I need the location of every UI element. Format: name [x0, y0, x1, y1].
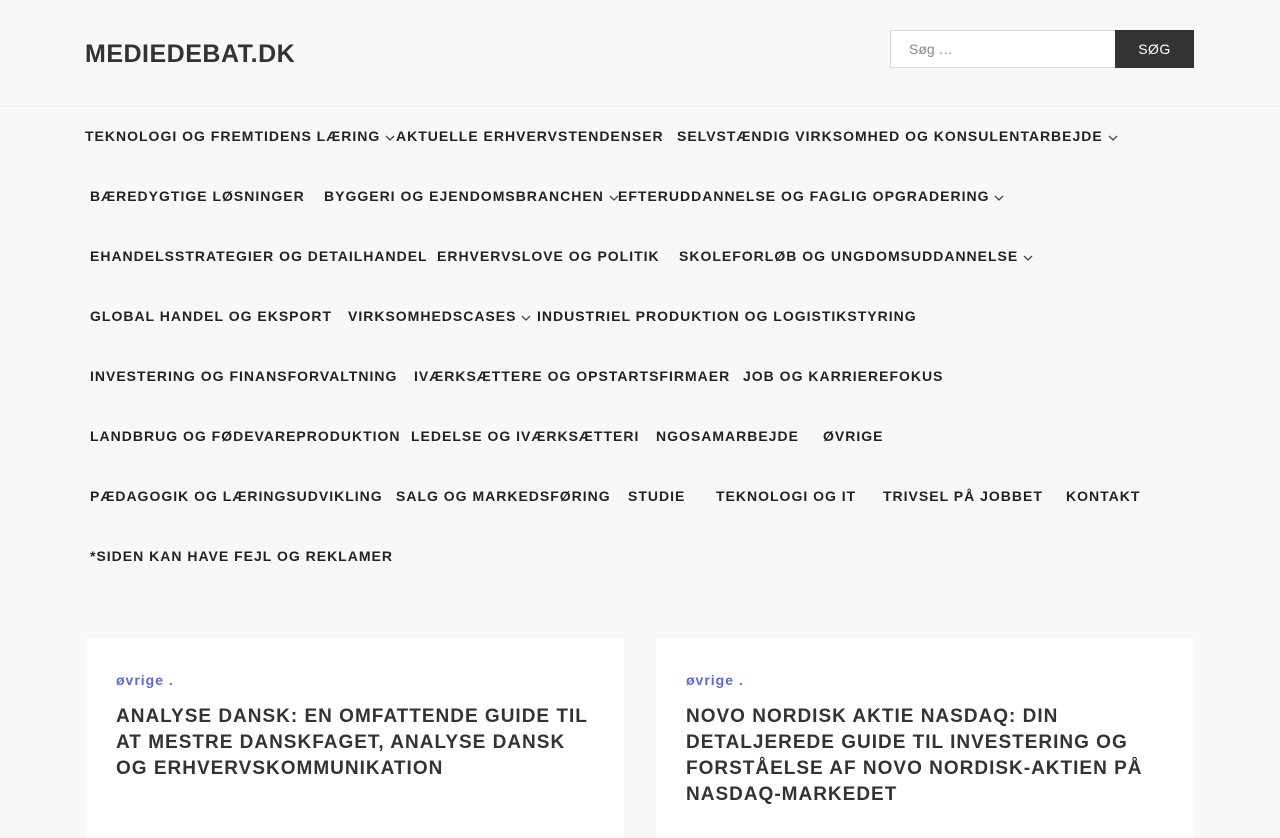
nav-item-ehandelsstrategier[interactable]: EHANDELSSTRATEGIER OG DETAILHANDEL	[90, 226, 428, 286]
nav-item-studie[interactable]: STUDIE	[628, 466, 685, 526]
nav-item-selvstaendig-virksomhed[interactable]: SELVSTÆNDIG VIRKSOMHED OG KONSULENTARBEJ…	[677, 106, 1118, 166]
post-card: øvrige . ANALYSE DANSK: EN OMFATTENDE GU…	[86, 638, 624, 838]
nav-item-kontakt[interactable]: KONTAKT	[1066, 466, 1140, 526]
nav-item-label: STUDIE	[628, 488, 686, 504]
nav-item-label: INDUSTRIEL PRODUKTION OG LOGISTIKSTYRING	[537, 308, 917, 324]
nav-item-industriel-produktion[interactable]: INDUSTRIEL PRODUKTION OG LOGISTIKSTYRING	[537, 286, 917, 346]
post-card: øvrige . NOVO NORDISK AKTIE NASDAQ: DIN …	[656, 638, 1194, 838]
site-title[interactable]: MEDIEDEBAT.DK	[85, 40, 295, 68]
nav-item-erhvervslove-og-politik[interactable]: ERHVERVSLOVE OG POLITIK	[437, 226, 660, 286]
chevron-down-icon[interactable]	[1108, 133, 1118, 143]
nav-item-skoleforlob[interactable]: SKOLEFORLØB OG UNGDOMSUDDANNELSE	[679, 226, 1033, 286]
nav-item-paedagogik[interactable]: PÆDAGOGIK OG LÆRINGSUDVIKLING	[90, 466, 383, 526]
nav-item-label: JOB OG KARRIEREFOKUS	[743, 368, 944, 384]
nav-row: *SIDEN KAN HAVE FEJL OG REKLAMER	[0, 526, 1280, 586]
search-form: SØG	[890, 30, 1194, 68]
nav-item-label: KONTAKT	[1066, 488, 1141, 504]
nav-item-teknologi-og-fremtidens-laering[interactable]: TEKNOLOGI OG FREMTIDENS LÆRING	[85, 106, 395, 166]
search-button[interactable]: SØG	[1115, 30, 1194, 68]
nav-item-label: GLOBAL HANDEL OG EKSPORT	[90, 308, 333, 324]
nav-item-label: *SIDEN KAN HAVE FEJL OG REKLAMER	[90, 548, 393, 564]
nav-item-landbrug[interactable]: LANDBRUG OG FØDEVAREPRODUKTION	[90, 406, 401, 466]
nav-item-label: TEKNOLOGI OG IT	[716, 488, 857, 504]
nav-item-label: TEKNOLOGI OG FREMTIDENS LÆRING	[85, 128, 381, 144]
nav-item-disclaimer[interactable]: *SIDEN KAN HAVE FEJL OG REKLAMER	[90, 526, 393, 586]
nav-item-label: ØVRIGE	[823, 428, 884, 444]
post-category-link[interactable]: øvrige .	[116, 672, 594, 688]
nav-item-label: INVESTERING OG FINANSFORVALTNING	[90, 368, 398, 384]
nav-item-trivsel-pa-jobbet[interactable]: TRIVSEL PÅ JOBBET	[883, 466, 1043, 526]
chevron-down-icon[interactable]	[521, 313, 531, 323]
nav-row: GLOBAL HANDEL OG EKSPORT VIRKSOMHEDSCASE…	[0, 286, 1280, 346]
nav-row: INVESTERING OG FINANSFORVALTNING IVÆRKSÆ…	[0, 346, 1280, 406]
nav-item-label: AKTUELLE ERHVERVSTENDENSER	[396, 128, 664, 144]
nav-item-efteruddannelse[interactable]: EFTERUDDANNELSE OG FAGLIG OPGRADERING	[618, 166, 1004, 226]
nav-item-label: PÆDAGOGIK OG LÆRINGSUDVIKLING	[90, 488, 383, 504]
post-title[interactable]: ANALYSE DANSK: EN OMFATTENDE GUIDE TIL A…	[116, 704, 594, 782]
nav-row: LANDBRUG OG FØDEVAREPRODUKTION LEDELSE O…	[0, 406, 1280, 466]
search-input[interactable]	[890, 30, 1115, 68]
nav-row: BÆREDYGTIGE LØSNINGER BYGGERI OG EJENDOM…	[0, 166, 1280, 226]
site-header: MEDIEDEBAT.DK SØG	[0, 0, 1280, 107]
main-navigation: TEKNOLOGI OG FREMTIDENS LÆRING AKTUELLE …	[0, 106, 1280, 586]
nav-item-ngosamarbejde[interactable]: NGOSAMARBEJDE	[656, 406, 799, 466]
nav-item-label: TRIVSEL PÅ JOBBET	[883, 488, 1043, 504]
nav-item-teknologi-og-it[interactable]: TEKNOLOGI OG IT	[716, 466, 856, 526]
nav-item-label: SKOLEFORLØB OG UNGDOMSUDDANNELSE	[679, 248, 1019, 264]
nav-item-label: LANDBRUG OG FØDEVAREPRODUKTION	[90, 428, 401, 444]
nav-item-label: EFTERUDDANNELSE OG FAGLIG OPGRADERING	[618, 188, 990, 204]
nav-item-label: ERHVERVSLOVE OG POLITIK	[437, 248, 660, 264]
nav-item-label: EHANDELSSTRATEGIER OG DETAILHANDEL	[90, 248, 428, 264]
chevron-down-icon[interactable]	[385, 133, 395, 143]
nav-item-label: IVÆRKSÆTTERE OG OPSTARTSFIRMAER	[414, 368, 731, 384]
nav-item-label: VIRKSOMHEDSCASES	[348, 308, 517, 324]
nav-item-virksomhedscases[interactable]: VIRKSOMHEDSCASES	[348, 286, 531, 346]
nav-row: EHANDELSSTRATEGIER OG DETAILHANDEL ERHVE…	[0, 226, 1280, 286]
nav-item-baeredygtige-losninger[interactable]: BÆREDYGTIGE LØSNINGER	[90, 166, 305, 226]
nav-item-aktuelle-erhvervstendenser[interactable]: AKTUELLE ERHVERVSTENDENSER	[396, 106, 664, 166]
post-category-link[interactable]: øvrige .	[686, 672, 1164, 688]
nav-item-ovrige[interactable]: ØVRIGE	[823, 406, 883, 466]
nav-item-label: SELVSTÆNDIG VIRKSOMHED OG KONSULENTARBEJ…	[677, 128, 1103, 144]
nav-item-label: LEDELSE OG IVÆRKSÆTTERI	[411, 428, 640, 444]
nav-item-global-handel[interactable]: GLOBAL HANDEL OG EKSPORT	[90, 286, 332, 346]
chevron-down-icon[interactable]	[1023, 253, 1033, 263]
nav-item-label: SALG OG MARKEDSFØRING	[396, 488, 611, 504]
chevron-down-icon[interactable]	[994, 193, 1004, 203]
nav-row: PÆDAGOGIK OG LÆRINGSUDVIKLING SALG OG MA…	[0, 466, 1280, 526]
nav-item-label: NGOSAMARBEJDE	[656, 428, 799, 444]
nav-item-byggeri-og-ejendomsbranchen[interactable]: BYGGERI OG EJENDOMSBRANCHEN	[324, 166, 619, 226]
nav-item-job-og-karrierefokus[interactable]: JOB OG KARRIEREFOKUS	[743, 346, 943, 406]
nav-item-salg-og-markedsforing[interactable]: SALG OG MARKEDSFØRING	[396, 466, 611, 526]
nav-item-label: BÆREDYGTIGE LØSNINGER	[90, 188, 305, 204]
nav-row: TEKNOLOGI OG FREMTIDENS LÆRING AKTUELLE …	[0, 106, 1280, 166]
nav-item-investering[interactable]: INVESTERING OG FINANSFORVALTNING	[90, 346, 397, 406]
post-title[interactable]: NOVO NORDISK AKTIE NASDAQ: DIN DETALJERE…	[686, 704, 1164, 808]
nav-item-label: BYGGERI OG EJENDOMSBRANCHEN	[324, 188, 604, 204]
nav-item-ledelse[interactable]: LEDELSE OG IVÆRKSÆTTERI	[411, 406, 639, 466]
nav-item-ivaerksaettere[interactable]: IVÆRKSÆTTERE OG OPSTARTSFIRMAER	[414, 346, 730, 406]
